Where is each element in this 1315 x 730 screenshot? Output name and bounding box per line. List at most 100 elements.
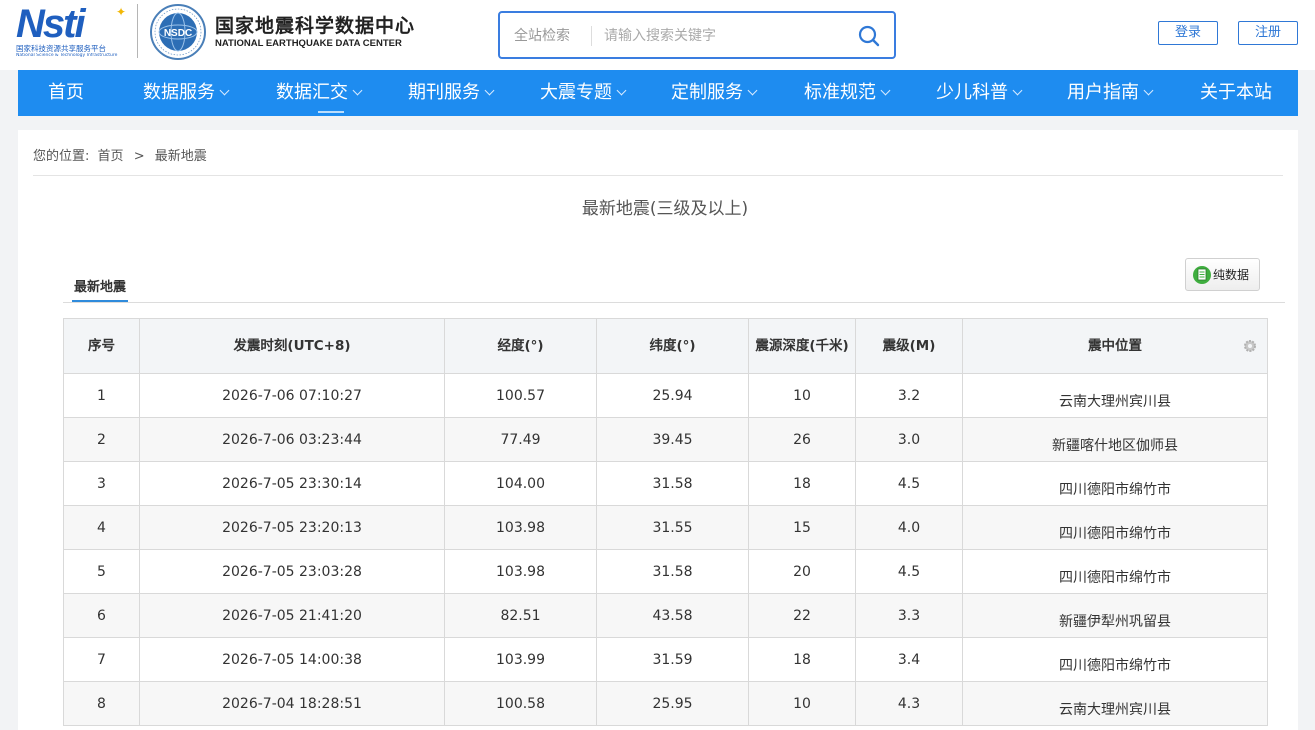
table-row[interactable]: 7 2026-7-05 14:00:38 103.99 31.59 18 3.4 四川德阳市… <box>63 637 1268 682</box>
nsti-logo-cn: 国家科技资源共享服务平台 <box>16 44 106 53</box>
nav-item-user-guide[interactable]: 用户指南 <box>1067 70 1154 116</box>
chevron-down-icon <box>484 85 495 96</box>
table-cell: 77.49 <box>444 417 597 462</box>
breadcrumb-separator: > <box>133 149 145 164</box>
nav-item-journal-services[interactable]: 期刊服务 <box>408 70 495 116</box>
earthquake-table: 序号 发震时刻(UTC+8) 经度(°) 纬度(°) 震源深度(千米) 震级(M) 震中位置… <box>63 318 1268 726</box>
table-cell: 7 <box>63 637 140 682</box>
table-cell: 2 <box>63 417 140 462</box>
table-body: 1 2026-7-06 07:10:27 100.57 25.94 10 3.2 云南大理州… <box>63 373 1268 726</box>
table-cell: 5 <box>63 549 140 594</box>
register-button[interactable]: 注册 <box>1238 21 1298 45</box>
table-cell: 100.57 <box>444 373 597 418</box>
table-cell: 25.95 <box>596 681 749 726</box>
table-cell: 3.4 <box>855 637 963 682</box>
column-header: 序号 <box>63 318 140 374</box>
search-input[interactable] <box>604 23 844 49</box>
nsti-logo-en: National Science & Technology Infrastruc… <box>16 53 118 58</box>
search-scope[interactable]: 全站检索 <box>514 26 570 46</box>
table-cell: 新疆喀什地区伽师县 <box>962 417 1268 462</box>
nsti-logo[interactable]: Nsti ✦ 国家科技资源共享服务平台 National Science & T… <box>16 2 130 60</box>
chevron-down-icon <box>747 85 758 96</box>
column-header-label: 序号 <box>88 337 115 354</box>
table-row[interactable]: 1 2026-7-06 07:10:27 100.57 25.94 10 3.2 云南大理州… <box>63 373 1268 418</box>
chevron-down-icon <box>616 85 627 96</box>
table-row[interactable]: 5 2026-7-05 23:03:28 103.98 31.58 20 4.5 四川德阳市… <box>63 549 1268 594</box>
gear-icon[interactable] <box>1243 339 1257 353</box>
nav-item-label: 期刊服务 <box>408 82 480 103</box>
table-row[interactable]: 8 2026-7-04 18:28:51 100.58 25.95 10 4.3 云南大理州… <box>63 681 1268 726</box>
table-cell: 6 <box>63 593 140 638</box>
table-cell: 四川德阳市绵竹市 <box>962 505 1268 550</box>
column-header-label: 震中位置 <box>1088 337 1142 354</box>
table-cell: 104.00 <box>444 461 597 506</box>
nav-item-label: 大震专题 <box>540 82 612 103</box>
table-row[interactable]: 3 2026-7-05 23:30:14 104.00 31.58 18 4.5 四川德阳市… <box>63 461 1268 506</box>
nav-item-data-submission[interactable]: 数据汇交 <box>276 70 363 116</box>
column-header-label: 经度(°) <box>497 337 544 354</box>
table-cell: 22 <box>748 593 856 638</box>
star-icon: ✦ <box>116 5 127 19</box>
raw-data-button[interactable]: 纯数据 <box>1185 258 1260 291</box>
table-cell: 2026-7-05 23:20:13 <box>139 505 445 550</box>
table-cell: 18 <box>748 637 856 682</box>
nav-item-standards[interactable]: 标准规范 <box>804 70 891 116</box>
nav-item-label: 关于本站 <box>1200 82 1272 103</box>
table-cell: 4.5 <box>855 461 963 506</box>
table-cell: 2026-7-06 03:23:44 <box>139 417 445 462</box>
table-cell: 82.51 <box>444 593 597 638</box>
table-cell: 新疆伊犁州巩留县 <box>962 593 1268 638</box>
chevron-down-icon <box>352 85 363 96</box>
site-header: Nsti ✦ 国家科技资源共享服务平台 National Science & T… <box>0 0 1315 70</box>
page-title: 最新地震(三级及以上) <box>581 199 749 219</box>
column-header-label: 发震时刻(UTC+8) <box>233 337 351 354</box>
table-cell: 103.99 <box>444 637 597 682</box>
table-cell: 3 <box>63 461 140 506</box>
nav-item-custom-services[interactable]: 定制服务 <box>671 70 758 116</box>
table-cell: 31.59 <box>596 637 749 682</box>
column-header-label: 纬度(°) <box>649 337 696 354</box>
nav-item-label: 数据服务 <box>143 82 215 103</box>
tab-latest-earthquakes[interactable]: 最新地震 <box>72 278 129 302</box>
table-cell: 4 <box>63 505 140 550</box>
column-header-label: 震级(M) <box>882 337 936 354</box>
table-cell: 31.55 <box>596 505 749 550</box>
table-cell: 15 <box>748 505 856 550</box>
chevron-down-icon <box>1143 85 1154 96</box>
nav-item-about[interactable]: 关于本站 <box>1200 70 1272 116</box>
table-cell: 103.98 <box>444 549 597 594</box>
table-cell: 31.58 <box>596 461 749 506</box>
table-cell: 四川德阳市绵竹市 <box>962 549 1268 594</box>
login-button[interactable]: 登录 <box>1158 21 1218 45</box>
nav-item-major-earthquake-topics[interactable]: 大震专题 <box>540 70 627 116</box>
table-row[interactable]: 6 2026-7-05 21:41:20 82.51 43.58 22 3.3 新疆伊犁州巩… <box>63 593 1268 638</box>
nav-item-kids-science[interactable]: 少儿科普 <box>936 70 1023 116</box>
table-cell: 2026-7-06 07:10:27 <box>139 373 445 418</box>
table-cell: 2026-7-05 23:30:14 <box>139 461 445 506</box>
logo-divider <box>137 4 138 58</box>
nav-active-indicator <box>318 111 344 113</box>
table-row[interactable]: 2 2026-7-06 03:23:44 77.49 39.45 26 3.0 新疆喀什地区… <box>63 417 1268 462</box>
table-cell: 云南大理州宾川县 <box>962 373 1268 418</box>
search-icon[interactable] <box>856 23 882 49</box>
breadcrumb-home-link[interactable]: 首页 <box>98 148 124 166</box>
earthquake-center-seal-logo[interactable]: NSDC <box>149 3 207 61</box>
table-cell: 10 <box>748 681 856 726</box>
document-icon <box>1193 266 1211 284</box>
nav-item-data-services[interactable]: 数据服务 <box>143 70 230 116</box>
column-header: 经度(°) <box>444 318 597 374</box>
nav-item-label: 标准规范 <box>804 82 876 103</box>
table-cell: 3.2 <box>855 373 963 418</box>
table-cell: 2026-7-04 18:28:51 <box>139 681 445 726</box>
table-cell: 四川德阳市绵竹市 <box>962 461 1268 506</box>
table-row[interactable]: 4 2026-7-05 23:20:13 103.98 31.55 15 4.0 四川德阳市… <box>63 505 1268 550</box>
site-title-english: NATIONAL EARTHQUAKE DATA CENTER <box>215 38 402 49</box>
nav-item-home[interactable]: 首页 <box>48 70 84 116</box>
table-cell: 31.58 <box>596 549 749 594</box>
table-cell: 2026-7-05 23:03:28 <box>139 549 445 594</box>
table-cell: 3.3 <box>855 593 963 638</box>
seal-text: NSDC <box>164 28 192 39</box>
column-header: 纬度(°) <box>596 318 749 374</box>
site-title: 国家地震科学数据中心 <box>215 15 416 37</box>
table-cell: 1 <box>63 373 140 418</box>
